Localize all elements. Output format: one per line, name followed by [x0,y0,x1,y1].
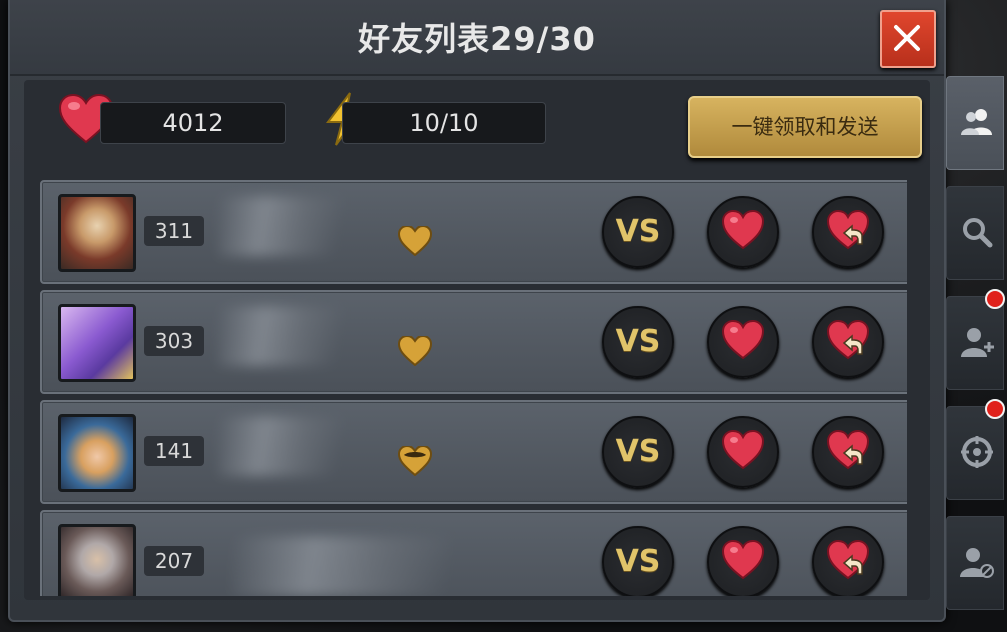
target-icon [961,436,993,468]
return-heart-button[interactable] [812,416,884,488]
heart-return-icon [826,430,870,470]
send-heart-button[interactable] [707,526,779,596]
heart-return-icon [826,320,870,360]
energy-count: 10/10 [342,102,546,144]
blocked-user-icon [960,548,994,578]
notification-badge [985,399,1005,419]
avatar-anniversary-icon[interactable] [58,304,136,382]
friend-level: 207 [144,546,204,576]
friend-level: 141 [144,436,204,466]
vs-button[interactable]: VS [602,196,674,268]
vs-label: VS [615,214,661,249]
gift-heart-icon [398,226,432,256]
hearts-count: 4012 [100,102,286,144]
heart-return-icon [826,210,870,250]
tab-add-friend[interactable] [946,289,1005,390]
friend-name-blurred [218,416,368,476]
heart-icon [721,320,765,360]
tab-target[interactable] [946,399,1005,500]
vs-label: VS [615,324,661,359]
friend-row[interactable]: 207 VS [40,510,907,596]
gift-heart-icon [398,446,432,476]
send-heart-button[interactable] [707,196,779,268]
friend-level: 311 [144,216,204,246]
friend-name-blurred [218,306,368,366]
avatar-silver-hair-icon[interactable] [58,524,136,596]
search-icon [963,218,993,248]
panel-header: 好友列表29/30 [10,0,944,76]
gift-heart-icon [398,336,432,366]
vs-button[interactable]: VS [602,526,674,596]
return-heart-button[interactable] [812,526,884,596]
return-heart-button[interactable] [812,306,884,378]
vs-label: VS [615,434,661,469]
collect-and-send-all-button[interactable]: 一键领取和发送 [688,96,922,158]
friend-list-panel: 好友列表29/30 4012 10/10 一键领取和发送 311 VS 303 … [8,0,946,622]
friend-name-blurred [218,196,368,256]
page-title: 好友列表29/30 [358,20,596,58]
friend-row[interactable]: 311 VS [40,180,907,284]
friend-name-blurred [232,536,502,596]
friend-row[interactable]: 303 VS [40,290,907,394]
friend-list[interactable]: 311 VS 303 VS 141 VS 207 VS [35,180,907,596]
add-friend-icon [961,328,994,357]
close-button[interactable] [880,10,936,68]
vs-label: VS [615,544,661,579]
avatar-warrior-icon[interactable] [58,194,136,272]
friend-row[interactable]: 141 VS [40,400,907,504]
vs-button[interactable]: VS [602,416,674,488]
vs-button[interactable]: VS [602,306,674,378]
tab-blocked[interactable] [946,516,1004,610]
heart-return-icon [826,540,870,580]
notification-badge [985,289,1005,309]
friend-level: 303 [144,326,204,356]
close-icon [894,25,920,51]
heart-icon [721,430,765,470]
tab-friends[interactable] [946,76,1004,170]
return-heart-button[interactable] [812,196,884,268]
avatar-heroine-icon[interactable] [58,414,136,492]
tab-search[interactable] [946,186,1004,280]
send-heart-button[interactable] [707,306,779,378]
friends-icon [961,109,992,135]
heart-icon [721,540,765,580]
send-heart-button[interactable] [707,416,779,488]
heart-icon [721,210,765,250]
